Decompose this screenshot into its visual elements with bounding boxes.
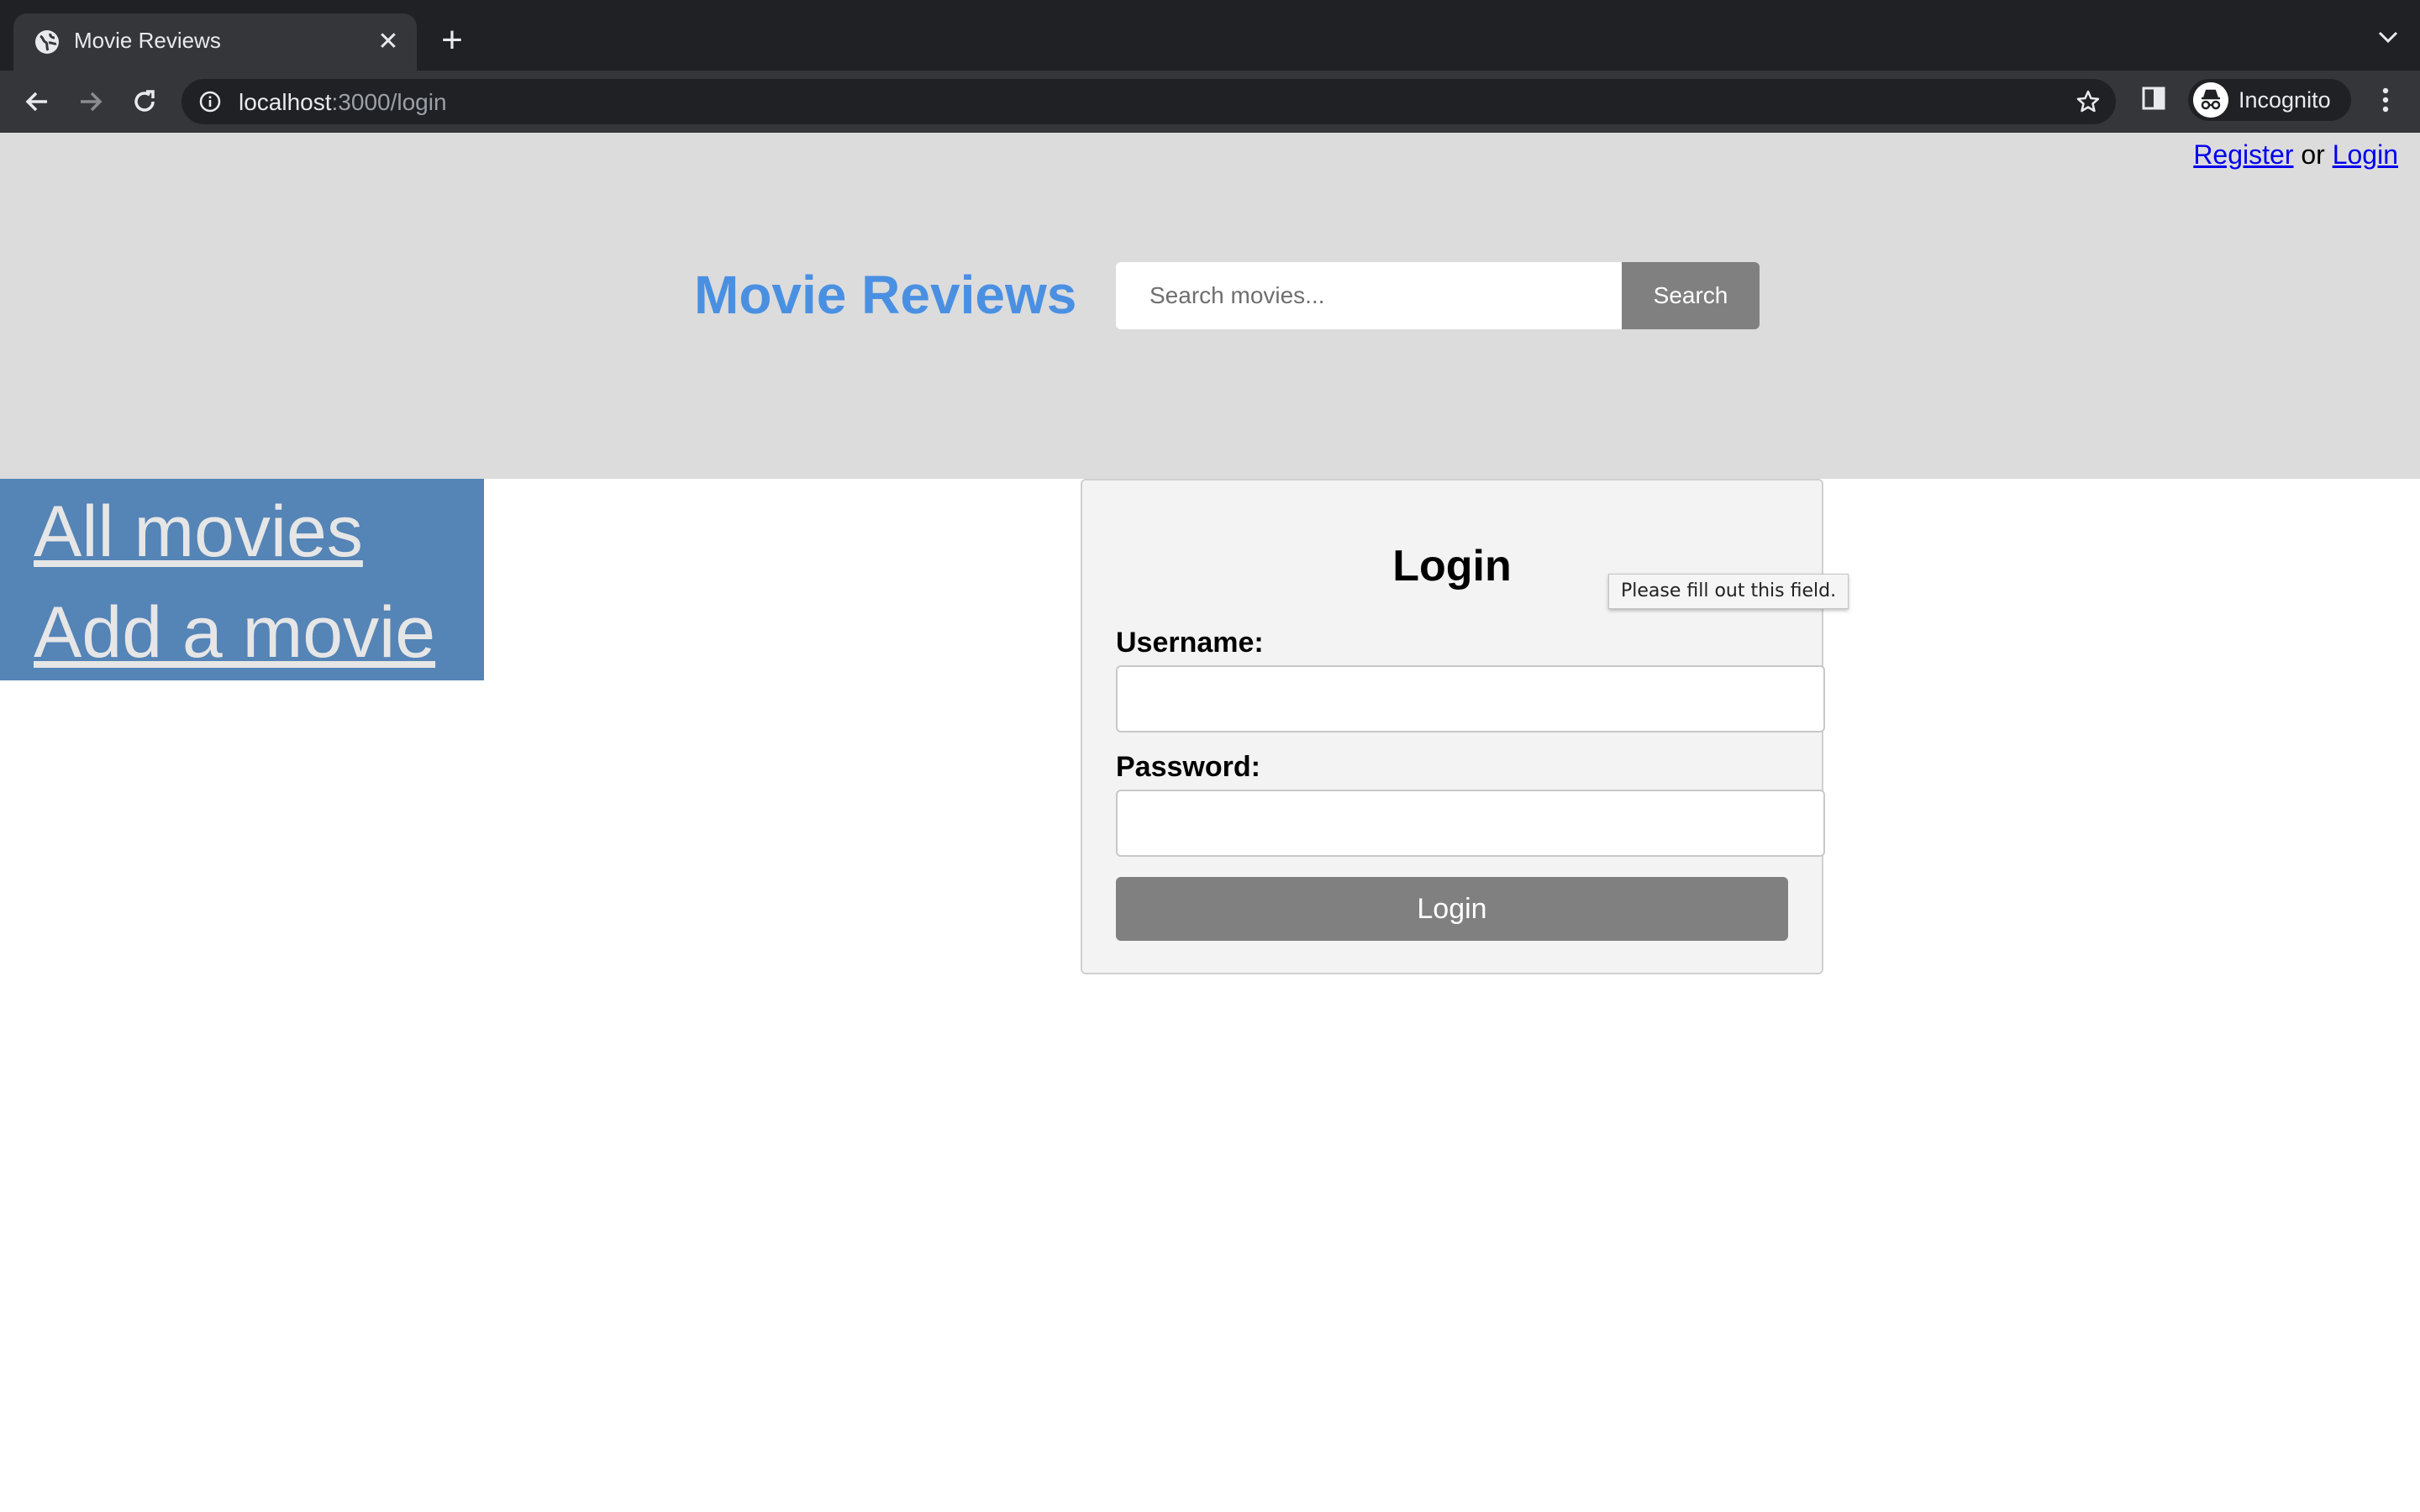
incognito-label: Incognito (2238, 87, 2331, 113)
username-label: Username: (1116, 627, 1264, 659)
site-title[interactable]: Movie Reviews (694, 264, 1076, 326)
auth-separator: or (2301, 139, 2325, 170)
info-icon[interactable] (198, 90, 222, 113)
sidebar-item-all-movies[interactable]: All movies (34, 491, 363, 574)
register-link[interactable]: Register (2193, 139, 2293, 170)
password-label: Password: (1116, 751, 1260, 783)
side-panel-icon[interactable] (2141, 86, 2166, 111)
forward-arrow-icon[interactable] (76, 87, 106, 117)
browser-tab-strip: Movie Reviews ✕ + (0, 0, 2420, 71)
username-field[interactable] (1116, 665, 1825, 732)
validation-tooltip: Please fill out this field. (1608, 574, 1849, 609)
url-host: localhost (239, 89, 332, 115)
more-menu-icon[interactable] (2373, 86, 2398, 114)
browser-toolbar: localhost:3000/login (0, 71, 2420, 134)
password-field[interactable] (1116, 790, 1825, 857)
url-text: localhost:3000/login (239, 89, 447, 116)
new-tab-icon[interactable]: + (434, 22, 471, 60)
back-arrow-icon[interactable] (22, 87, 52, 117)
login-submit-button[interactable]: Login (1116, 877, 1788, 941)
login-form: Login Username: Password: Login (1081, 479, 1825, 974)
search-button[interactable]: Search (1622, 262, 1760, 329)
site-header: Register or Login Movie Reviews Search (0, 133, 2420, 479)
url-path: :3000/login (331, 89, 447, 115)
incognito-profile-button[interactable]: Incognito (2188, 79, 2351, 121)
sidebar-nav: All movies Add a movie (0, 479, 484, 680)
search-input[interactable] (1116, 262, 1622, 329)
bookmark-star-icon[interactable] (2075, 89, 2101, 114)
tab-title: Movie Reviews (74, 28, 221, 53)
close-tab-icon[interactable]: ✕ (373, 27, 403, 57)
incognito-icon (2193, 82, 2228, 118)
auth-links: Register or Login (2193, 139, 2398, 171)
page-viewport: Register or Login Movie Reviews Search A… (0, 133, 2420, 1512)
globe-icon (35, 30, 59, 54)
chevron-down-icon[interactable] (2376, 29, 2400, 45)
sidebar-item-add-movie[interactable]: Add a movie (34, 591, 435, 675)
reload-icon[interactable] (129, 87, 160, 117)
address-bar[interactable]: localhost:3000/login (182, 79, 2116, 124)
browser-tab[interactable]: Movie Reviews ✕ (13, 13, 417, 71)
login-link[interactable]: Login (2333, 139, 2398, 170)
